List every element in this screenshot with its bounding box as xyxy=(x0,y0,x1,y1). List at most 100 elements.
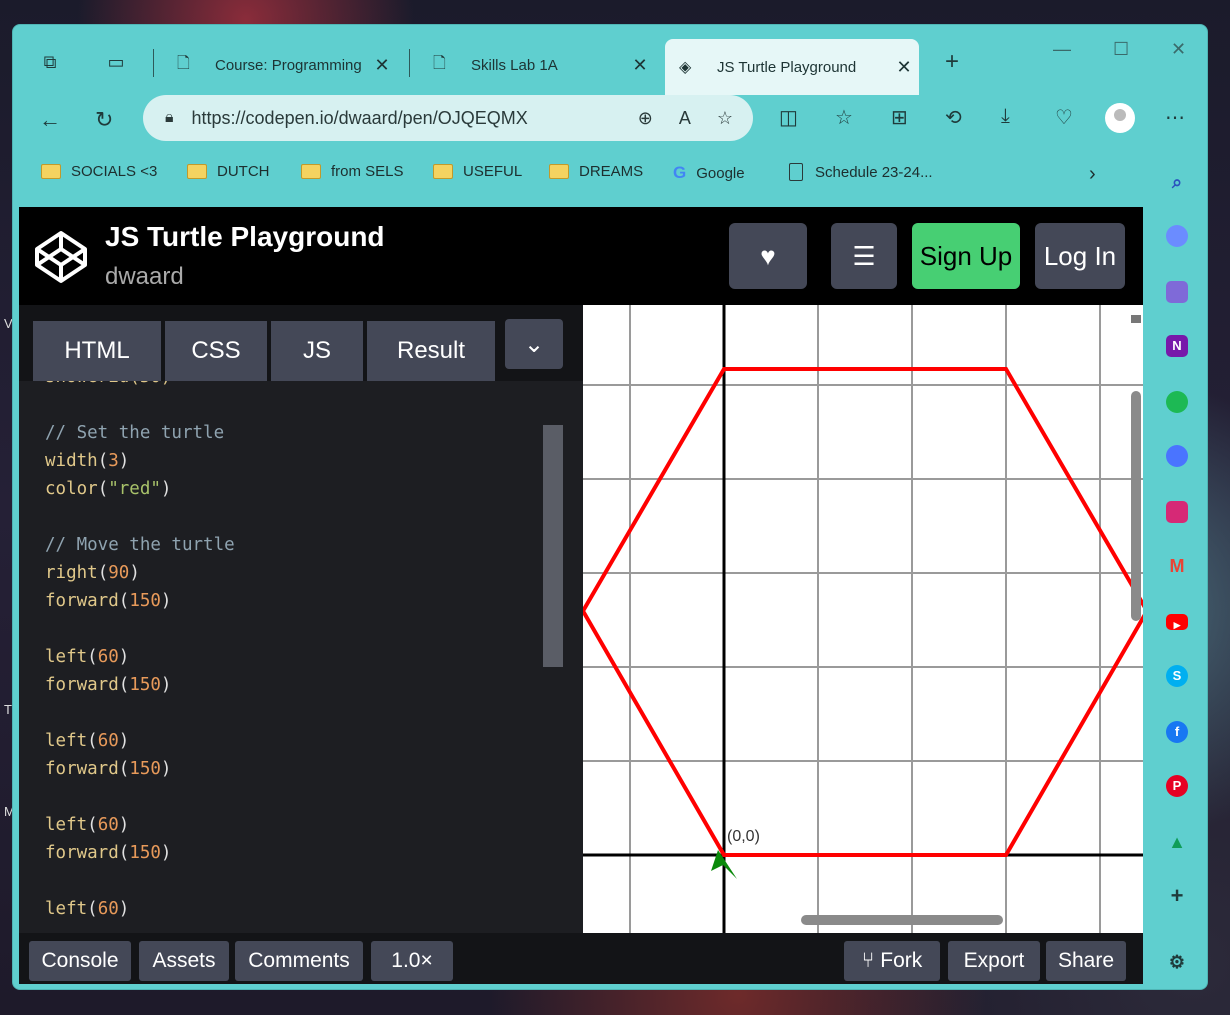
assets-button[interactable]: Assets xyxy=(139,941,229,981)
tab-css[interactable]: CSS xyxy=(165,321,267,381)
minimize-icon[interactable]: — xyxy=(1053,39,1071,60)
star-icon[interactable]: ☆ xyxy=(717,108,733,129)
code-line: showGrid(50) xyxy=(45,381,545,391)
bookmark-from-sels[interactable]: from SELS xyxy=(301,163,404,180)
close-icon[interactable]: ✕ xyxy=(889,57,919,78)
bookmark-label: DREAMS xyxy=(579,163,644,180)
maximize-icon[interactable]: ☐ xyxy=(1113,39,1129,60)
zoom-button[interactable]: 1.0× xyxy=(371,941,453,981)
turtle-path xyxy=(583,367,1143,857)
gear-icon[interactable]: ⚙ xyxy=(1166,951,1188,973)
tab-js-turtle-playground[interactable]: ◈ JS Turtle Playground ✕ xyxy=(665,39,919,95)
editor-tabs: HTML CSS JS Result ⌄ xyxy=(19,305,583,381)
code-line: forward(150) xyxy=(45,843,172,863)
tab-js[interactable]: JS xyxy=(271,321,363,381)
favorites-icon[interactable]: ☆ xyxy=(835,105,853,130)
log-in-button[interactable]: Log In xyxy=(1035,223,1125,289)
tab-skills-lab[interactable]: 🗋 Skills Lab 1A ✕ xyxy=(419,43,655,87)
folder-icon xyxy=(41,164,61,179)
spotify-icon[interactable] xyxy=(1166,391,1188,413)
tab-course-programming[interactable]: 🗋 Course: Programming ✕ xyxy=(163,43,397,87)
health-icon[interactable]: ♡ xyxy=(1055,105,1073,130)
onenote-icon[interactable]: N xyxy=(1166,335,1188,357)
history-icon[interactable]: ⟲ xyxy=(945,105,962,130)
designer-icon[interactable] xyxy=(1166,281,1188,303)
pen-author[interactable]: dwaard xyxy=(105,263,184,291)
codepen-logo-icon[interactable] xyxy=(33,229,89,285)
close-icon[interactable]: ✕ xyxy=(367,55,397,76)
download-icon[interactable]: ⤓ xyxy=(1001,105,1010,128)
read-aloud-icon[interactable]: A xyxy=(679,108,691,129)
workspaces-icon[interactable]: ⧉ xyxy=(37,49,63,75)
collections-icon[interactable]: ⊞ xyxy=(891,105,908,130)
bookmark-socials[interactable]: SOCIALS <3 xyxy=(41,163,157,180)
fork-button[interactable]: ⑂ Fork xyxy=(844,941,940,981)
vertical-scrollbar[interactable] xyxy=(1131,391,1141,621)
chevron-down-icon: ⌄ xyxy=(523,330,545,358)
code-scrollbar[interactable] xyxy=(543,425,563,667)
add-icon[interactable]: + xyxy=(1166,885,1188,907)
more-icon[interactable]: ⋯ xyxy=(1165,105,1185,130)
layout-button[interactable]: ☰ xyxy=(831,223,897,289)
folder-icon xyxy=(549,164,569,179)
search-icon[interactable]: ⌕ xyxy=(1166,171,1188,193)
result-panel[interactable]: (0,0) xyxy=(583,305,1143,933)
refresh-icon[interactable]: ↻ xyxy=(95,107,113,133)
zoom-icon[interactable]: ⊕ xyxy=(638,108,653,129)
code-line: width(3) xyxy=(45,451,130,471)
tab-label: JS Turtle Playground xyxy=(717,58,857,76)
heart-button[interactable]: ♥ xyxy=(729,223,807,289)
bookmarks-bar: SOCIALS <3 DUTCH from SELS USEFUL DREAMS… xyxy=(13,159,1123,189)
share-button[interactable]: Share xyxy=(1046,941,1126,981)
pen-title: JS Turtle Playground xyxy=(105,221,385,252)
pinterest-icon[interactable]: P xyxy=(1166,775,1188,797)
code-line: color("red") xyxy=(45,479,172,499)
bookmark-schedule[interactable]: Schedule 23-24... xyxy=(789,163,933,181)
chevron-right-icon[interactable]: › xyxy=(1089,163,1096,186)
avatar[interactable] xyxy=(1105,103,1135,133)
console-button[interactable]: Console xyxy=(29,941,131,981)
editor-options-button[interactable]: ⌄ xyxy=(505,319,563,369)
tab-html[interactable]: HTML xyxy=(33,321,161,381)
horizontal-scrollbar[interactable] xyxy=(801,915,1003,925)
instagram-icon[interactable] xyxy=(1166,501,1188,523)
close-window-icon[interactable]: ✕ xyxy=(1171,39,1186,60)
bookmark-dreams[interactable]: DREAMS xyxy=(549,163,643,180)
google-drive-icon[interactable]: ▲ xyxy=(1166,831,1188,853)
folder-icon xyxy=(187,164,207,179)
js-code[interactable]: showGrid(50) // Set the turtle width(3) co… xyxy=(45,381,545,931)
bookmark-dutch[interactable]: DUTCH xyxy=(187,163,270,180)
new-tab-icon[interactable]: + xyxy=(939,49,965,75)
gmail-icon[interactable]: M xyxy=(1166,555,1188,577)
back-icon[interactable]: ← xyxy=(39,107,61,133)
close-icon[interactable]: ✕ xyxy=(625,55,655,76)
code-line: // Set the turtle xyxy=(45,423,225,443)
url-text: https://codepen.io/dwaard/pen/OJQEQMX xyxy=(191,107,528,128)
fork-icon: ⑂ xyxy=(861,949,875,972)
code-line: left(60) xyxy=(45,731,130,751)
fork-label: Fork xyxy=(880,949,923,972)
code-line: forward(150) xyxy=(45,675,172,695)
export-button[interactable]: Export xyxy=(948,941,1040,981)
skype-icon[interactable]: S xyxy=(1166,665,1188,687)
address-bar[interactable]: 🔒︎ https://codepen.io/dwaard/pen/OJQEQMX… xyxy=(143,95,753,141)
split-screen-icon[interactable]: ◫ xyxy=(779,105,798,130)
tab-result[interactable]: Result xyxy=(367,321,495,381)
page-icon: 🗋 xyxy=(177,54,190,72)
messenger-icon[interactable] xyxy=(1166,445,1188,467)
bookmark-useful[interactable]: USEFUL xyxy=(433,163,522,180)
code-line: left(60) xyxy=(45,815,130,835)
sign-up-button[interactable]: Sign Up xyxy=(912,223,1020,289)
heart-icon: ♥ xyxy=(760,240,776,271)
scroll-up-icon[interactable] xyxy=(1131,315,1141,323)
tab-actions-icon[interactable]: ▭ xyxy=(103,49,129,75)
youtube-icon[interactable]: ▸ xyxy=(1166,614,1188,632)
tab-bar: ⧉ ▭ 🗋 Course: Programming ✕ 🗋 Skills Lab… xyxy=(13,25,1207,95)
copilot-icon[interactable] xyxy=(1166,225,1188,247)
codepen-footer: Console Assets Comments 1.0× ⑂ Fork Expo… xyxy=(19,933,1143,984)
facebook-icon[interactable]: f xyxy=(1166,721,1188,743)
bookmark-google[interactable]: G Google xyxy=(673,163,745,183)
lock-icon: 🔒︎ xyxy=(165,109,174,126)
comments-button[interactable]: Comments xyxy=(235,941,363,981)
